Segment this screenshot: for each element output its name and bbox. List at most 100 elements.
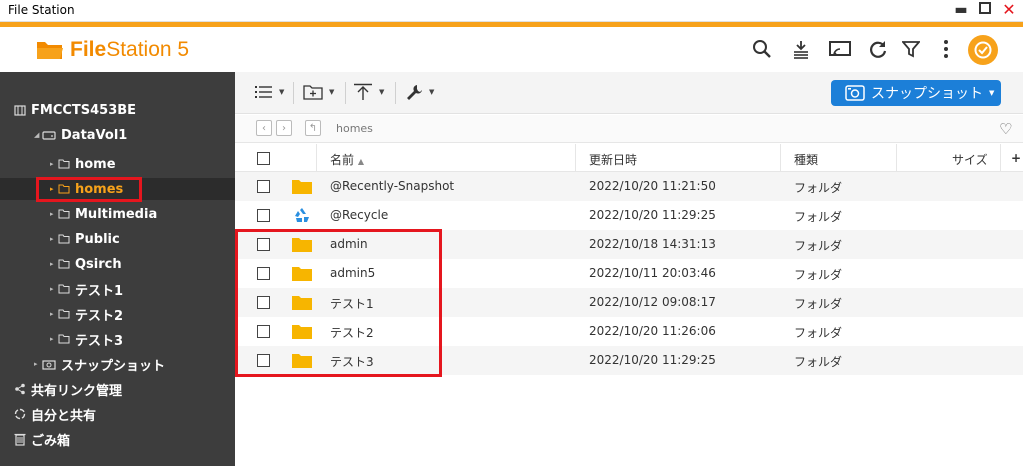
sidebar-folder-home[interactable]: ▸ home — [50, 153, 116, 175]
view-mode-button[interactable]: ▼ — [255, 81, 284, 103]
tools-button[interactable]: ▼ — [405, 81, 434, 103]
sidebar-shared-links[interactable]: 共有リンク管理 — [14, 378, 122, 400]
remote-mount-icon — [829, 41, 851, 56]
table-row[interactable]: @Recycle 2022/10/20 11:29:25 フォルダ — [235, 201, 1023, 230]
column-divider[interactable] — [896, 144, 897, 172]
minimize-button[interactable]: ▬ — [951, 1, 971, 19]
sidebar-folder-label: Public — [75, 231, 120, 247]
sidebar-folder-test2[interactable]: ▸ テスト2 — [50, 303, 123, 325]
remote-mount-button[interactable] — [829, 38, 851, 60]
chevron-down-icon: ▼ — [379, 88, 385, 96]
chevron-left-icon: ‹ — [262, 122, 266, 134]
more-icon — [944, 40, 948, 58]
parent-folder-button[interactable]: ↰ — [305, 120, 321, 136]
recycle-bin-label: ごみ箱 — [31, 433, 71, 449]
user-avatar-button[interactable] — [968, 35, 998, 65]
toolbar-divider — [395, 82, 396, 104]
column-name-label: 名前 — [330, 153, 355, 167]
column-divider[interactable] — [780, 144, 781, 172]
row-modified: 2022/10/20 11:26:06 — [589, 324, 716, 338]
more-button[interactable] — [935, 38, 957, 60]
search-button[interactable] — [751, 38, 773, 60]
table-row[interactable]: @Recently-Snapshot 2022/10/20 11:21:50 フ… — [235, 172, 1023, 201]
app-name-rest: Station 5 — [106, 38, 190, 61]
folder-outline-icon — [58, 234, 70, 244]
column-divider[interactable] — [575, 144, 576, 172]
column-type[interactable]: 種類 — [794, 151, 818, 168]
shared-with-me-icon — [14, 408, 26, 420]
sidebar-folder-label: home — [75, 156, 116, 172]
app-name-bold: File — [70, 38, 107, 61]
column-size[interactable]: サイズ — [952, 151, 988, 168]
filter-button[interactable] — [900, 38, 922, 60]
sidebar-nas[interactable]: FMCCTS453BE — [14, 99, 136, 121]
row-checkbox[interactable] — [257, 180, 270, 193]
table-header: 名前 ▲ 更新日時 種類 サイズ + — [235, 144, 1023, 172]
row-type: フォルダ — [794, 239, 843, 253]
sidebar-folder-label: Multimedia — [75, 206, 158, 222]
row-checkbox[interactable] — [257, 209, 270, 222]
column-name[interactable]: 名前 ▲ — [330, 151, 364, 168]
volume-icon — [42, 131, 56, 140]
snapshot-button-label: スナップショット — [871, 86, 983, 102]
refresh-button[interactable] — [867, 38, 889, 60]
upload-button[interactable]: ▼ — [353, 81, 384, 103]
close-button[interactable]: ✕ — [999, 1, 1019, 19]
sidebar-folder-qsirch[interactable]: ▸ Qsirch — [50, 253, 122, 275]
share-icon — [15, 383, 25, 395]
maximize-icon — [979, 2, 991, 14]
sidebar-folder-public[interactable]: ▸ Public — [50, 228, 120, 250]
select-all-checkbox[interactable] — [257, 152, 270, 165]
caret-down-icon: ◢ — [34, 131, 40, 139]
row-name: @Recycle — [330, 208, 389, 222]
folder-outline-icon — [58, 159, 70, 169]
sidebar-recycle-bin[interactable]: ごみ箱 — [14, 428, 70, 450]
toolbar-divider — [293, 82, 294, 104]
snapshot-label: スナップショット — [61, 358, 166, 374]
row-type: フォルダ — [794, 181, 843, 195]
upload-icon — [354, 83, 372, 100]
maximize-button[interactable] — [975, 1, 995, 19]
wrench-icon — [407, 85, 422, 100]
sidebar-folder-test1[interactable]: ▸ テスト1 — [50, 278, 123, 300]
snapshot-button[interactable]: スナップショット ▼ — [831, 80, 1001, 106]
back-button[interactable]: ‹ — [256, 120, 272, 136]
row-modified: 2022/10/12 09:08:17 — [589, 295, 716, 309]
background-tasks-button[interactable] — [790, 38, 812, 60]
new-folder-icon — [303, 85, 323, 100]
folder-icon — [292, 180, 312, 194]
highlight-box-rows — [235, 229, 442, 377]
sidebar-folder-multimedia[interactable]: ▸ Multimedia — [50, 203, 157, 225]
app-logo: FileStation 5 — [36, 36, 189, 64]
highlight-box-sidebar — [36, 177, 142, 202]
caret-right-icon: ▸ — [34, 360, 38, 368]
new-folder-button[interactable]: ▼ — [303, 81, 334, 103]
window-titlebar: File Station ▬ ✕ — [0, 0, 1023, 22]
row-type: フォルダ — [794, 355, 843, 369]
sidebar-volume[interactable]: ◢ DataVol1 — [34, 124, 127, 146]
add-column-icon[interactable]: + — [1011, 151, 1021, 165]
sidebar-shared-with-me[interactable]: 自分と共有 — [14, 403, 96, 425]
camera-icon — [845, 85, 865, 101]
main-panel: ▼ ▼ ▼ ▼ スナップショット ▼ ‹ › ↰ homes ♡ 名前 ▲ 更新… — [235, 72, 1023, 466]
caret-right-icon: ▸ — [50, 210, 54, 218]
row-modified: 2022/10/20 11:21:50 — [589, 179, 716, 193]
sidebar-folder-test3[interactable]: ▸ テスト3 — [50, 328, 123, 350]
sidebar-snapshot[interactable]: ▸ スナップショット — [34, 353, 165, 375]
sidebar-folder-label: テスト2 — [75, 308, 124, 324]
chevron-right-icon: › — [282, 122, 286, 134]
caret-right-icon: ▸ — [50, 260, 54, 268]
column-modified[interactable]: 更新日時 — [589, 151, 637, 168]
forward-button[interactable]: › — [276, 120, 292, 136]
favorite-icon[interactable]: ♡ — [999, 120, 1012, 138]
shared-links-label: 共有リンク管理 — [31, 383, 123, 399]
toolbar-divider — [345, 82, 346, 104]
row-modified: 2022/10/20 11:29:25 — [589, 353, 716, 367]
row-modified: 2022/10/11 20:03:46 — [589, 266, 716, 280]
breadcrumb[interactable]: homes — [336, 122, 373, 135]
column-divider[interactable] — [1000, 144, 1001, 172]
list-view-icon — [255, 86, 272, 98]
folder-outline-icon — [58, 259, 70, 269]
column-divider[interactable] — [316, 144, 317, 172]
toolbar: ▼ ▼ ▼ ▼ スナップショット ▼ — [235, 72, 1023, 114]
